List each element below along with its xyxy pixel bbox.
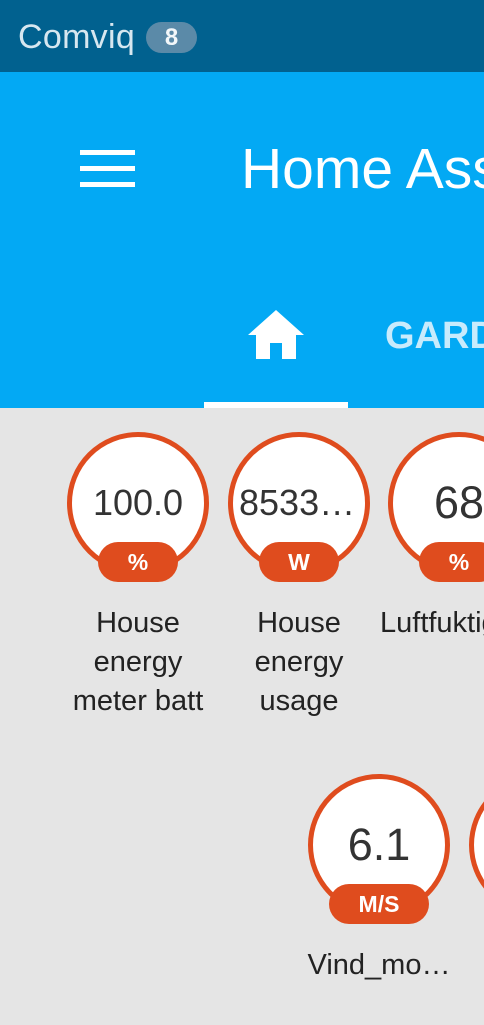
badge-unit-label: % [98, 542, 178, 582]
home-icon [246, 308, 306, 360]
badge-unit-label: M/S [329, 884, 429, 924]
badge-name: Luftfuktighet [380, 607, 484, 639]
tab-home[interactable] [204, 296, 348, 408]
badges-area: 100.0 % House energy meter batt 8533.… W… [0, 408, 484, 1025]
notification-count-badge: 8 [146, 22, 197, 53]
badge-unit-label: % [419, 542, 484, 582]
status-bar: Comviq 8 [0, 0, 484, 72]
badge-unit-label: W [259, 542, 339, 582]
tab-garden[interactable]: GARDEN [385, 296, 484, 408]
page-title: Home Assistant [241, 137, 484, 201]
menu-icon[interactable] [72, 140, 144, 198]
badge-circle [469, 774, 484, 916]
badge-name: House energy meter batt [72, 607, 204, 717]
carrier-name: Comviq [18, 18, 136, 56]
app-header: Home Assistant GARDEN [0, 72, 484, 408]
badge-name: House energy usage [254, 607, 344, 717]
badge-name: Vind_mo… [307, 949, 451, 981]
tab-garden-label: GARDEN [385, 315, 484, 357]
